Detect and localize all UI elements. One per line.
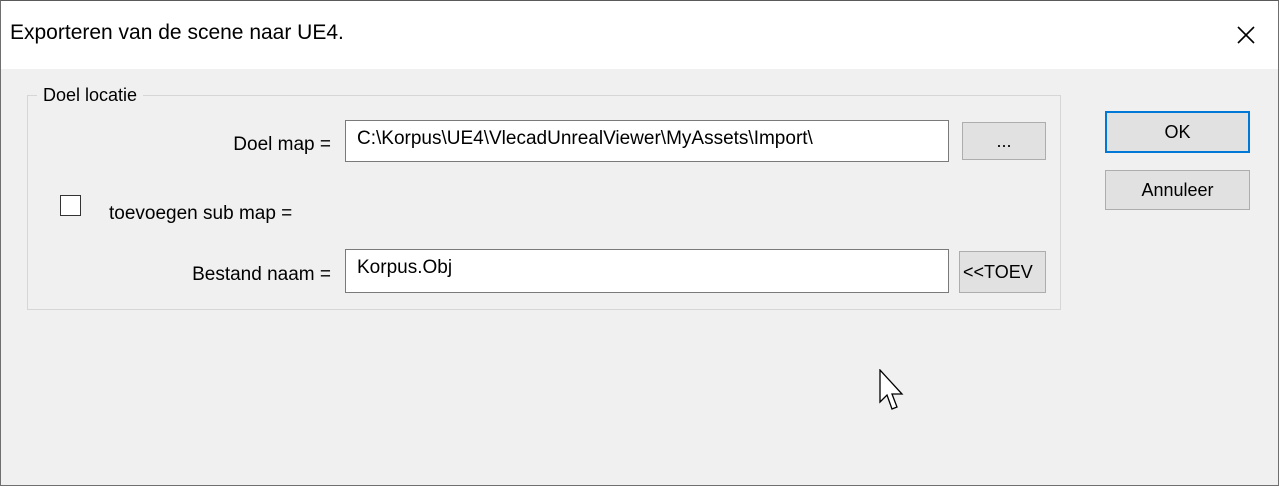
mouse-pointer-icon bbox=[879, 369, 904, 410]
add-subfolder-checkbox[interactable] bbox=[60, 195, 81, 216]
add-subfolder-label: toevoegen sub map = bbox=[109, 203, 293, 224]
export-dialog: Exporteren van de scene naar UE4. Doel l… bbox=[0, 0, 1279, 486]
browse-button[interactable]: ... bbox=[962, 122, 1046, 160]
filename-input[interactable]: Korpus.Obj bbox=[345, 249, 949, 293]
add-extension-button[interactable]: <<TOEV bbox=[959, 251, 1046, 293]
close-icon bbox=[1237, 26, 1255, 44]
filename-label: Bestand naam = bbox=[192, 264, 331, 285]
ok-button[interactable]: OK bbox=[1105, 111, 1250, 153]
dialog-title: Exporteren van de scene naar UE4. bbox=[10, 21, 344, 44]
group-legend: Doel locatie bbox=[37, 85, 144, 106]
cancel-button[interactable]: Annuleer bbox=[1105, 170, 1250, 210]
target-folder-label: Doel map = bbox=[233, 134, 331, 155]
title-bar: Exporteren van de scene naar UE4. bbox=[1, 1, 1278, 69]
close-button[interactable] bbox=[1214, 1, 1278, 69]
target-folder-input[interactable]: C:\Korpus\UE4\VlecadUnrealViewer\MyAsset… bbox=[345, 120, 949, 162]
